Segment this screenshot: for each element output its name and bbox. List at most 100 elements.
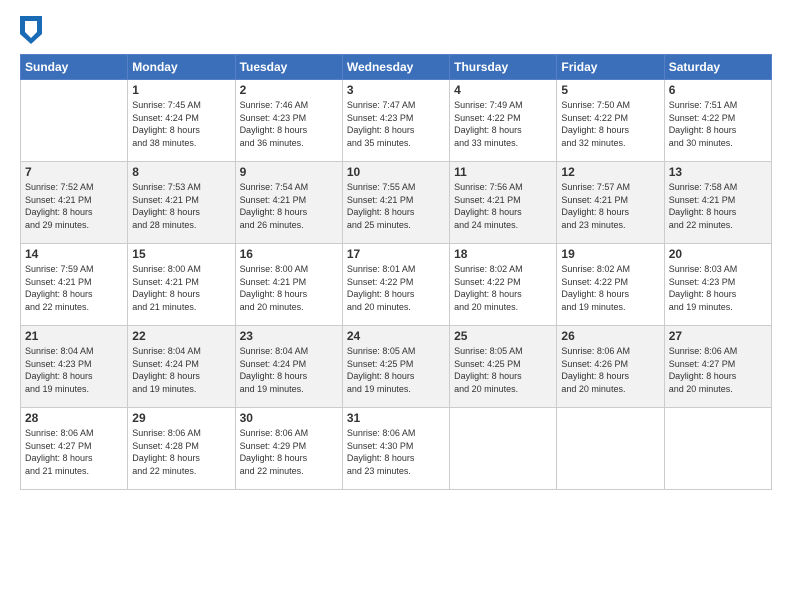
cell-info: Sunrise: 8:00 AM Sunset: 4:21 PM Dayligh…	[240, 263, 338, 313]
calendar-cell: 26 Sunrise: 8:06 AM Sunset: 4:26 PM Dayli…	[557, 326, 664, 408]
day-number: 25	[454, 329, 552, 343]
calendar-cell: 13 Sunrise: 7:58 AM Sunset: 4:21 PM Dayli…	[664, 162, 771, 244]
calendar-cell: 3 Sunrise: 7:47 AM Sunset: 4:23 PM Daylig…	[342, 80, 449, 162]
calendar-cell: 15 Sunrise: 8:00 AM Sunset: 4:21 PM Dayli…	[128, 244, 235, 326]
cell-info: Sunrise: 8:04 AM Sunset: 4:24 PM Dayligh…	[132, 345, 230, 395]
day-number: 22	[132, 329, 230, 343]
day-number: 5	[561, 83, 659, 97]
cell-info: Sunrise: 8:06 AM Sunset: 4:27 PM Dayligh…	[669, 345, 767, 395]
day-number: 28	[25, 411, 123, 425]
day-number: 16	[240, 247, 338, 261]
cell-info: Sunrise: 8:00 AM Sunset: 4:21 PM Dayligh…	[132, 263, 230, 313]
day-number: 18	[454, 247, 552, 261]
calendar-cell: 27 Sunrise: 8:06 AM Sunset: 4:27 PM Dayli…	[664, 326, 771, 408]
calendar-day-header: Thursday	[450, 55, 557, 80]
cell-info: Sunrise: 7:51 AM Sunset: 4:22 PM Dayligh…	[669, 99, 767, 149]
cell-info: Sunrise: 7:52 AM Sunset: 4:21 PM Dayligh…	[25, 181, 123, 231]
calendar-cell: 5 Sunrise: 7:50 AM Sunset: 4:22 PM Daylig…	[557, 80, 664, 162]
calendar-cell: 19Sunrise: 8:02 AM Sunset: 4:22 PM Dayli…	[557, 244, 664, 326]
day-number: 19	[561, 247, 659, 261]
logo-icon	[20, 16, 42, 44]
cell-info: Sunrise: 8:02 AM Sunset: 4:22 PM Dayligh…	[454, 263, 552, 313]
header	[20, 16, 772, 44]
day-number: 15	[132, 247, 230, 261]
cell-info: Sunrise: 7:56 AM Sunset: 4:21 PM Dayligh…	[454, 181, 552, 231]
day-number: 9	[240, 165, 338, 179]
cell-info: Sunrise: 7:47 AM Sunset: 4:23 PM Dayligh…	[347, 99, 445, 149]
cell-info: Sunrise: 7:50 AM Sunset: 4:22 PM Dayligh…	[561, 99, 659, 149]
day-number: 8	[132, 165, 230, 179]
day-number: 14	[25, 247, 123, 261]
calendar-cell: 8 Sunrise: 7:53 AM Sunset: 4:21 PM Daylig…	[128, 162, 235, 244]
calendar-cell: 29Sunrise: 8:06 AM Sunset: 4:28 PM Dayli…	[128, 408, 235, 490]
calendar-cell: 14 Sunrise: 7:59 AM Sunset: 4:21 PM Dayli…	[21, 244, 128, 326]
calendar-day-header: Friday	[557, 55, 664, 80]
day-number: 10	[347, 165, 445, 179]
day-number: 13	[669, 165, 767, 179]
cell-info: Sunrise: 8:04 AM Sunset: 4:24 PM Dayligh…	[240, 345, 338, 395]
day-number: 1	[132, 83, 230, 97]
cell-info: Sunrise: 8:06 AM Sunset: 4:29 PM Dayligh…	[240, 427, 338, 477]
calendar-day-header: Wednesday	[342, 55, 449, 80]
day-number: 27	[669, 329, 767, 343]
page: SundayMondayTuesdayWednesdayThursdayFrid…	[0, 0, 792, 612]
calendar-week-row: 28 Sunrise: 8:06 AM Sunset: 4:27 PM Dayli…	[21, 408, 772, 490]
calendar-cell: 18 Sunrise: 8:02 AM Sunset: 4:22 PM Dayli…	[450, 244, 557, 326]
cell-info: Sunrise: 7:53 AM Sunset: 4:21 PM Dayligh…	[132, 181, 230, 231]
calendar-day-header: Sunday	[21, 55, 128, 80]
cell-info: Sunrise: 8:06 AM Sunset: 4:26 PM Dayligh…	[561, 345, 659, 395]
day-number: 24	[347, 329, 445, 343]
cell-info: Sunrise: 7:45 AM Sunset: 4:24 PM Dayligh…	[132, 99, 230, 149]
cell-info: Sunrise: 7:57 AM Sunset: 4:21 PM Dayligh…	[561, 181, 659, 231]
cell-info: Sunrise: 8:06 AM Sunset: 4:30 PM Dayligh…	[347, 427, 445, 477]
calendar-cell: 21 Sunrise: 8:04 AM Sunset: 4:23 PM Dayli…	[21, 326, 128, 408]
logo	[20, 16, 46, 44]
day-number: 26	[561, 329, 659, 343]
day-number: 2	[240, 83, 338, 97]
calendar-cell: 6 Sunrise: 7:51 AM Sunset: 4:22 PM Daylig…	[664, 80, 771, 162]
day-number: 4	[454, 83, 552, 97]
cell-info: Sunrise: 7:58 AM Sunset: 4:21 PM Dayligh…	[669, 181, 767, 231]
calendar-week-row: 14 Sunrise: 7:59 AM Sunset: 4:21 PM Dayli…	[21, 244, 772, 326]
calendar-day-header: Tuesday	[235, 55, 342, 80]
day-number: 12	[561, 165, 659, 179]
calendar-cell	[557, 408, 664, 490]
calendar-cell: 23Sunrise: 8:04 AM Sunset: 4:24 PM Dayli…	[235, 326, 342, 408]
calendar-cell	[664, 408, 771, 490]
cell-info: Sunrise: 7:54 AM Sunset: 4:21 PM Dayligh…	[240, 181, 338, 231]
calendar-cell: 2 Sunrise: 7:46 AM Sunset: 4:23 PM Daylig…	[235, 80, 342, 162]
day-number: 20	[669, 247, 767, 261]
cell-info: Sunrise: 8:04 AM Sunset: 4:23 PM Dayligh…	[25, 345, 123, 395]
cell-info: Sunrise: 8:06 AM Sunset: 4:28 PM Dayligh…	[132, 427, 230, 477]
day-number: 6	[669, 83, 767, 97]
calendar-cell: 11Sunrise: 7:56 AM Sunset: 4:21 PM Dayli…	[450, 162, 557, 244]
calendar-cell: 12 Sunrise: 7:57 AM Sunset: 4:21 PM Dayli…	[557, 162, 664, 244]
day-number: 21	[25, 329, 123, 343]
day-number: 17	[347, 247, 445, 261]
cell-info: Sunrise: 7:46 AM Sunset: 4:23 PM Dayligh…	[240, 99, 338, 149]
calendar-day-header: Monday	[128, 55, 235, 80]
calendar-cell: 9 Sunrise: 7:54 AM Sunset: 4:21 PM Daylig…	[235, 162, 342, 244]
calendar-week-row: 1 Sunrise: 7:45 AM Sunset: 4:24 PM Daylig…	[21, 80, 772, 162]
calendar-cell: 20 Sunrise: 8:03 AM Sunset: 4:23 PM Dayli…	[664, 244, 771, 326]
day-number: 30	[240, 411, 338, 425]
cell-info: Sunrise: 8:05 AM Sunset: 4:25 PM Dayligh…	[347, 345, 445, 395]
calendar-cell	[21, 80, 128, 162]
cell-info: Sunrise: 7:59 AM Sunset: 4:21 PM Dayligh…	[25, 263, 123, 313]
calendar-cell: 10 Sunrise: 7:55 AM Sunset: 4:21 PM Dayli…	[342, 162, 449, 244]
cell-info: Sunrise: 8:06 AM Sunset: 4:27 PM Dayligh…	[25, 427, 123, 477]
day-number: 7	[25, 165, 123, 179]
calendar-day-header: Saturday	[664, 55, 771, 80]
cell-info: Sunrise: 7:49 AM Sunset: 4:22 PM Dayligh…	[454, 99, 552, 149]
cell-info: Sunrise: 8:03 AM Sunset: 4:23 PM Dayligh…	[669, 263, 767, 313]
calendar-cell: 22 Sunrise: 8:04 AM Sunset: 4:24 PM Dayli…	[128, 326, 235, 408]
cell-info: Sunrise: 7:55 AM Sunset: 4:21 PM Dayligh…	[347, 181, 445, 231]
day-number: 3	[347, 83, 445, 97]
calendar-cell: 25Sunrise: 8:05 AM Sunset: 4:25 PM Dayli…	[450, 326, 557, 408]
day-number: 31	[347, 411, 445, 425]
calendar-cell: 7 Sunrise: 7:52 AM Sunset: 4:21 PM Daylig…	[21, 162, 128, 244]
cell-info: Sunrise: 8:01 AM Sunset: 4:22 PM Dayligh…	[347, 263, 445, 313]
calendar-cell: 1 Sunrise: 7:45 AM Sunset: 4:24 PM Daylig…	[128, 80, 235, 162]
calendar-cell: 17 Sunrise: 8:01 AM Sunset: 4:22 PM Dayli…	[342, 244, 449, 326]
calendar-cell: 30 Sunrise: 8:06 AM Sunset: 4:29 PM Dayli…	[235, 408, 342, 490]
